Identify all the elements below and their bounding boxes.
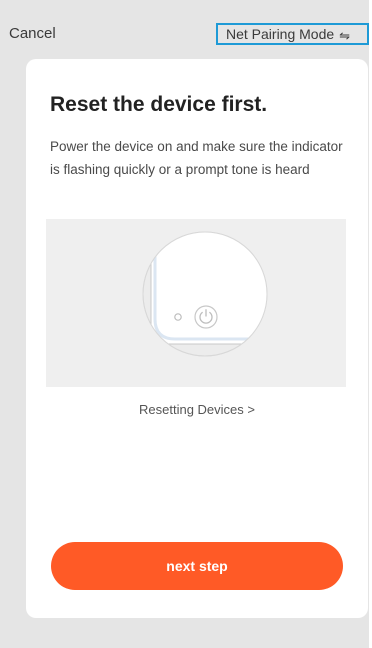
cancel-button[interactable]: Cancel xyxy=(9,25,56,43)
device-body xyxy=(150,232,267,345)
swap-arrows-icon: ⇋ xyxy=(339,28,351,43)
net-pairing-mode-button[interactable]: Net Pairing Mode ⇋ xyxy=(216,23,369,45)
screen: Cancel Net Pairing Mode ⇋ Reset the devic… xyxy=(0,0,372,648)
device-illustration-svg xyxy=(142,231,268,357)
next-step-button[interactable]: next step xyxy=(51,542,343,590)
reset-card: Reset the device first. Power the device… xyxy=(26,59,368,618)
instructions-text: Power the device on and make sure the in… xyxy=(50,139,343,177)
page-title: Reset the device first. xyxy=(50,93,268,116)
resetting-devices-link[interactable]: Resetting Devices > xyxy=(26,402,368,418)
device-illustration xyxy=(46,219,346,387)
net-pairing-mode-label: Net Pairing Mode xyxy=(226,26,335,42)
top-bar: Cancel Net Pairing Mode ⇋ xyxy=(0,0,372,60)
